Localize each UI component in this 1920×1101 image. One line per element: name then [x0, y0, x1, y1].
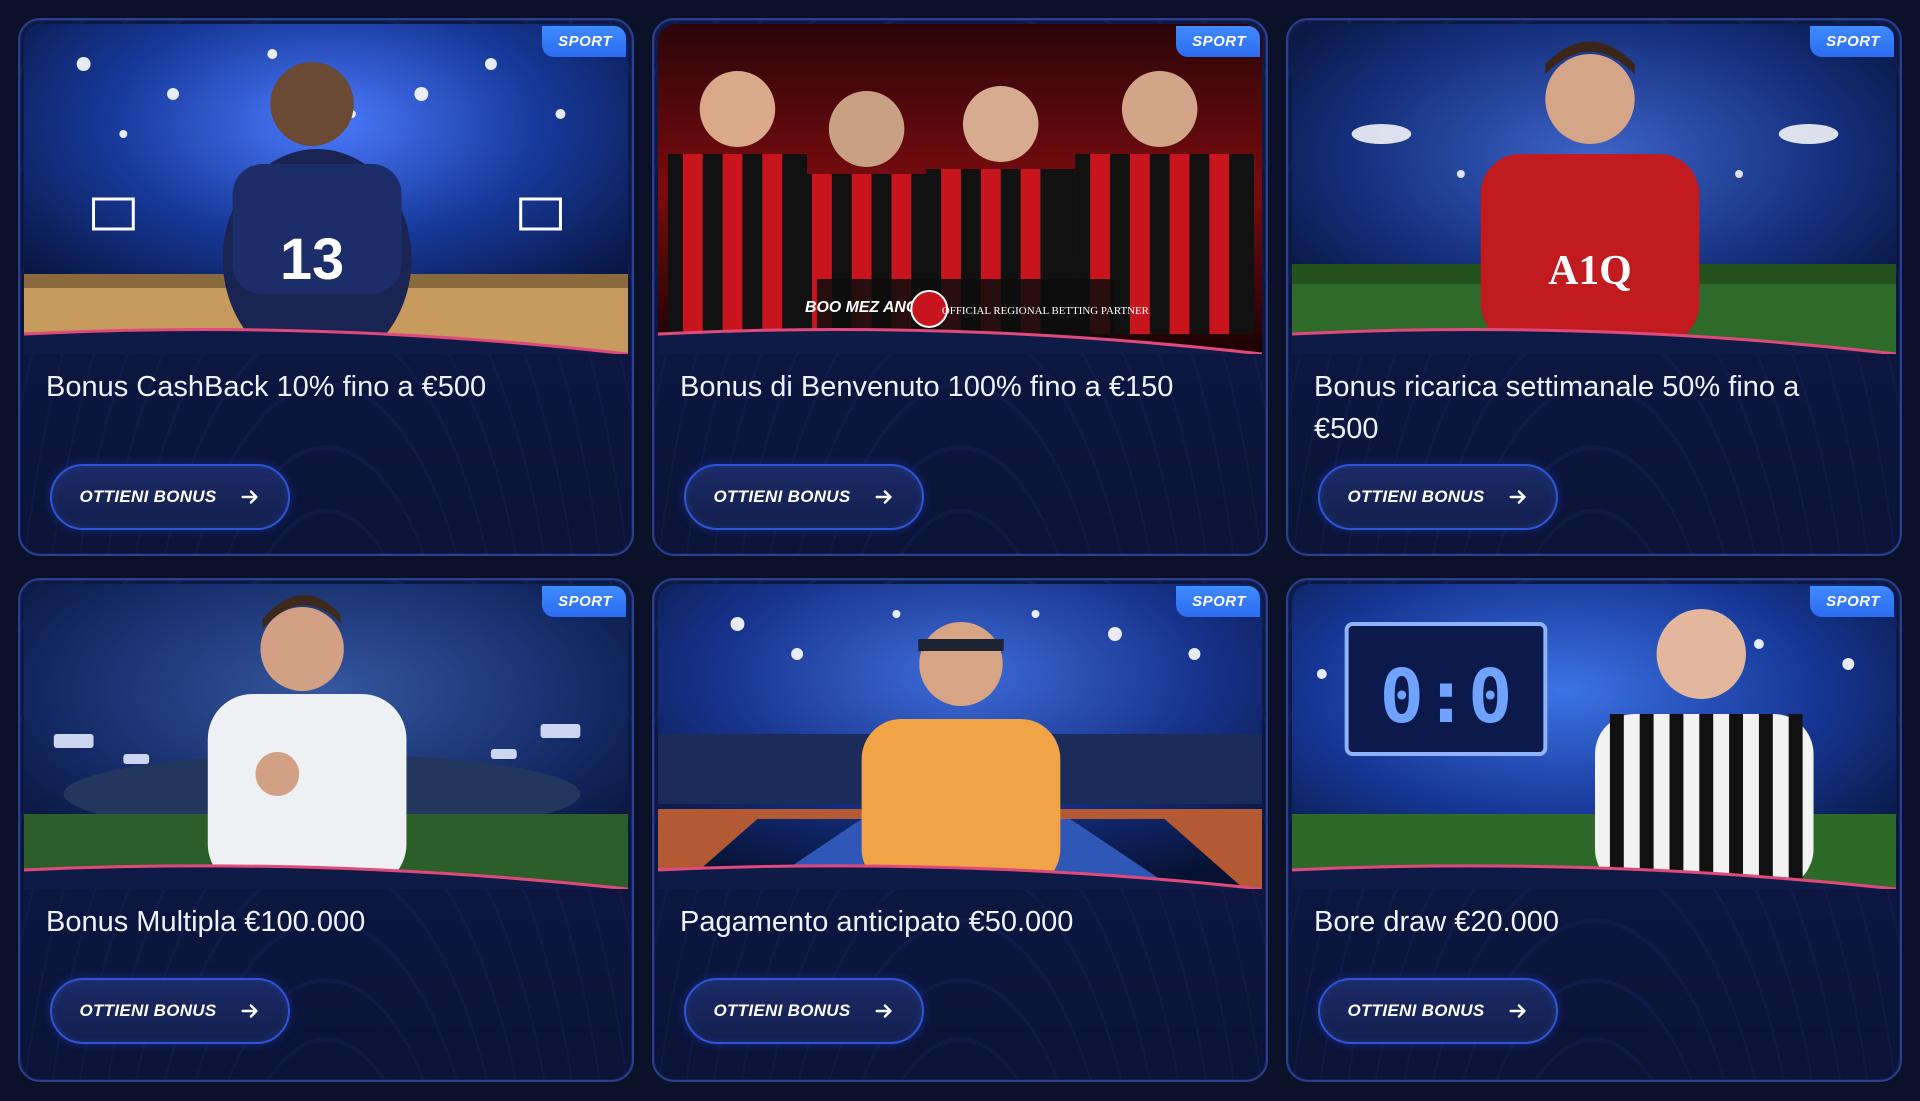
promo-card-weekly-reload[interactable]: A1Q SPORT Bonus ricarica settimanale 50%…	[1286, 18, 1902, 556]
promo-title: Bonus di Benvenuto 100% fino a €150	[680, 371, 1174, 403]
promo-title: Bonus ricarica settimanale 50% fino a €5…	[1314, 371, 1800, 445]
promo-title: Pagamento anticipato €50.000	[680, 906, 1074, 938]
sport-badge: SPORT	[1176, 26, 1260, 57]
svg-text:13: 13	[280, 228, 344, 292]
promo-image-basketball: 13	[24, 24, 628, 354]
get-bonus-button[interactable]: OTTIENI BONUS	[1318, 464, 1558, 530]
promo-card-bore-draw[interactable]: 0:0 SPORT Bore draw €20.000 OTTIENI BONU…	[1286, 578, 1902, 1082]
arrow-right-icon	[241, 490, 258, 504]
svg-text:OFFICIAL REGIONAL BETTING PART: OFFICIAL REGIONAL BETTING PARTNER	[942, 305, 1150, 317]
promo-title: Bonus CashBack 10% fino a €500	[46, 371, 487, 403]
arrow-right-icon	[1509, 1004, 1526, 1018]
promo-card-early-payout[interactable]: SPORT Pagamento anticipato €50.000 OTTIE…	[652, 578, 1268, 1082]
get-bonus-label: OTTIENI BONUS	[713, 487, 851, 506]
promo-title: Bore draw €20.000	[1314, 906, 1560, 938]
arrow-right-icon	[241, 1004, 258, 1018]
get-bonus-button[interactable]: OTTIENI BONUS	[684, 464, 924, 530]
arrow-right-icon	[875, 490, 892, 504]
get-bonus-button[interactable]: OTTIENI BONUS	[50, 464, 290, 530]
arrow-right-icon	[875, 1004, 892, 1018]
get-bonus-label: OTTIENI BONUS	[1347, 487, 1485, 506]
svg-text:0:0: 0:0	[1380, 655, 1513, 740]
promo-image-referee: 0:0	[1292, 584, 1896, 889]
promo-card-cashback[interactable]: 13 SPORT Bonus CashBack 10% fino a €500 …	[18, 18, 634, 556]
sport-badge: SPORT	[542, 586, 626, 617]
get-bonus-label: OTTIENI BONUS	[1347, 1001, 1485, 1020]
svg-text:A1Q: A1Q	[1548, 248, 1631, 294]
promo-card-multiple[interactable]: SPORT Bonus Multipla €100.000 OTTIENI BO…	[18, 578, 634, 1082]
sport-badge: SPORT	[1176, 586, 1260, 617]
get-bonus-label: OTTIENI BONUS	[713, 1001, 851, 1020]
svg-text:BOO MEZ ANG: BOO MEZ ANG	[805, 299, 918, 316]
promotions-grid: 13 SPORT Bonus CashBack 10% fino a €500 …	[18, 18, 1902, 1082]
get-bonus-button[interactable]: OTTIENI BONUS	[50, 978, 290, 1044]
promo-image-celebration	[24, 584, 628, 889]
promo-title: Bonus Multipla €100.000	[46, 906, 366, 938]
get-bonus-button[interactable]: OTTIENI BONUS	[1318, 978, 1558, 1044]
sport-badge: SPORT	[1810, 26, 1894, 57]
sport-badge: SPORT	[1810, 586, 1894, 617]
sport-badge: SPORT	[542, 26, 626, 57]
get-bonus-button[interactable]: OTTIENI BONUS	[684, 978, 924, 1044]
promo-image-football: A1Q	[1292, 24, 1896, 354]
promo-image-milan: BOO MEZ ANG OFFICIAL REGIONAL BETTING PA…	[658, 24, 1262, 354]
get-bonus-label: OTTIENI BONUS	[79, 487, 217, 506]
promo-image-tennis	[658, 584, 1262, 889]
arrow-right-icon	[1509, 490, 1526, 504]
promo-card-welcome[interactable]: BOO MEZ ANG OFFICIAL REGIONAL BETTING PA…	[652, 18, 1268, 556]
get-bonus-label: OTTIENI BONUS	[79, 1001, 217, 1020]
